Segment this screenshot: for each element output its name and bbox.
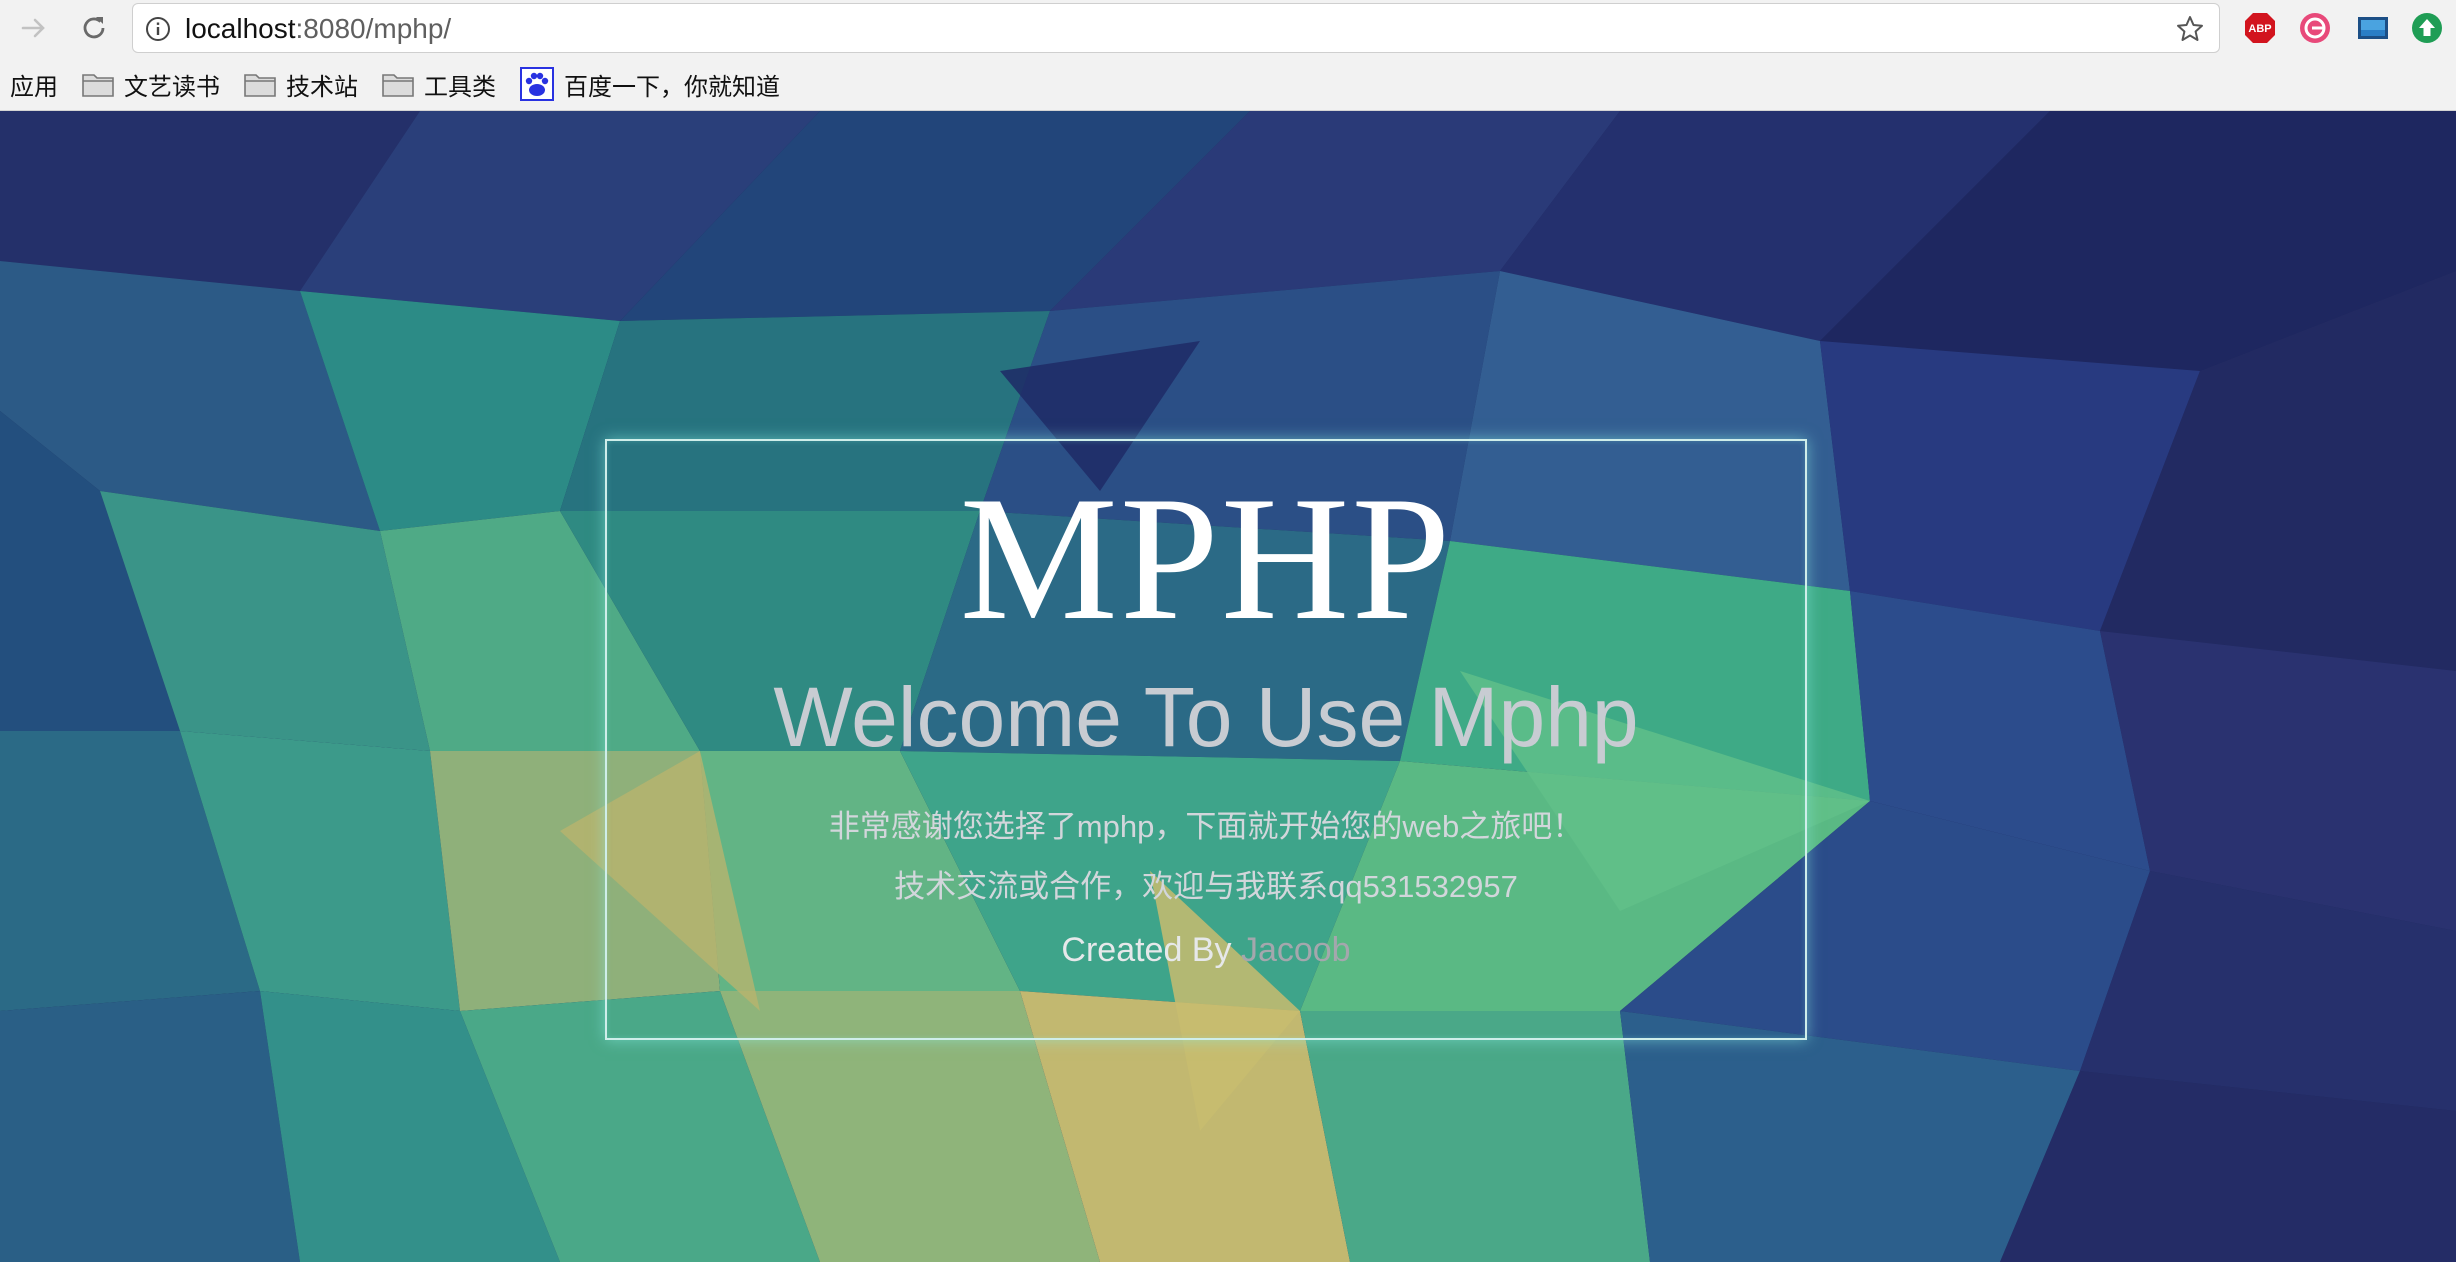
grammar-extension-icon[interactable] xyxy=(2298,11,2332,45)
url-path: :8080/mphp/ xyxy=(295,13,452,44)
adblock-label: ABP xyxy=(2248,23,2271,35)
folder-icon xyxy=(244,74,276,97)
bookmark-label: 百度一下，你就知道 xyxy=(564,73,780,101)
bookmark-folder-tools[interactable]: 工具类 xyxy=(382,66,496,102)
bookmark-apps[interactable]: 应用 xyxy=(10,66,58,102)
bookmarks-bar: 应用 文艺读书 技术站 工具类 百度一下，你就知道 xyxy=(0,58,2456,111)
bookmark-folder-tech[interactable]: 技术站 xyxy=(244,66,358,102)
bookmark-label: 技术站 xyxy=(286,73,358,101)
bookmark-label: 应用 xyxy=(10,73,58,101)
browser-toolbar: localhost:8080/mphp/ ABP xyxy=(0,0,2456,58)
upload-extension-icon[interactable] xyxy=(2410,11,2444,45)
author-link[interactable]: Jacoob xyxy=(1241,931,1351,969)
welcome-heading: Welcome To Use Mphp xyxy=(773,670,1639,764)
bookmark-folder-reading[interactable]: 文艺读书 xyxy=(82,66,220,102)
page-content: MPHP Welcome To Use Mphp 非常感谢您选择了mphp，下面… xyxy=(0,111,2456,1262)
credit-prefix: Created By xyxy=(1061,931,1241,969)
folder-icon xyxy=(382,74,414,97)
intro-text: 非常感谢您选择了mphp，下面就开始您的web之旅吧！ xyxy=(828,809,1584,844)
bookmark-baidu[interactable]: 百度一下，你就知道 xyxy=(520,66,780,102)
arrow-right-icon xyxy=(21,18,45,38)
star-icon[interactable] xyxy=(2175,14,2205,44)
baidu-paw-icon xyxy=(520,67,554,101)
bookmark-label: 工具类 xyxy=(424,73,496,101)
screen-capture-icon[interactable] xyxy=(2356,11,2390,45)
url-text[interactable]: localhost:8080/mphp/ xyxy=(185,14,451,44)
url-host: localhost xyxy=(185,13,296,44)
adblock-plus-icon[interactable]: ABP xyxy=(2243,11,2277,45)
info-icon[interactable] xyxy=(145,16,171,42)
brand-title: MPHP xyxy=(959,459,1453,657)
folder-icon xyxy=(82,74,114,97)
credit-line: Created By Jacoob xyxy=(607,929,1805,971)
welcome-panel: MPHP Welcome To Use Mphp 非常感谢您选择了mphp，下面… xyxy=(605,439,1807,1040)
address-bar[interactable]: localhost:8080/mphp/ xyxy=(132,3,2220,53)
bookmark-label: 文艺读书 xyxy=(124,73,220,101)
contact-text: 技术交流或合作，欢迎与我联系qq531532957 xyxy=(894,869,1518,904)
reload-icon xyxy=(83,17,105,39)
reload-button[interactable] xyxy=(74,8,114,48)
forward-button[interactable] xyxy=(14,8,54,48)
